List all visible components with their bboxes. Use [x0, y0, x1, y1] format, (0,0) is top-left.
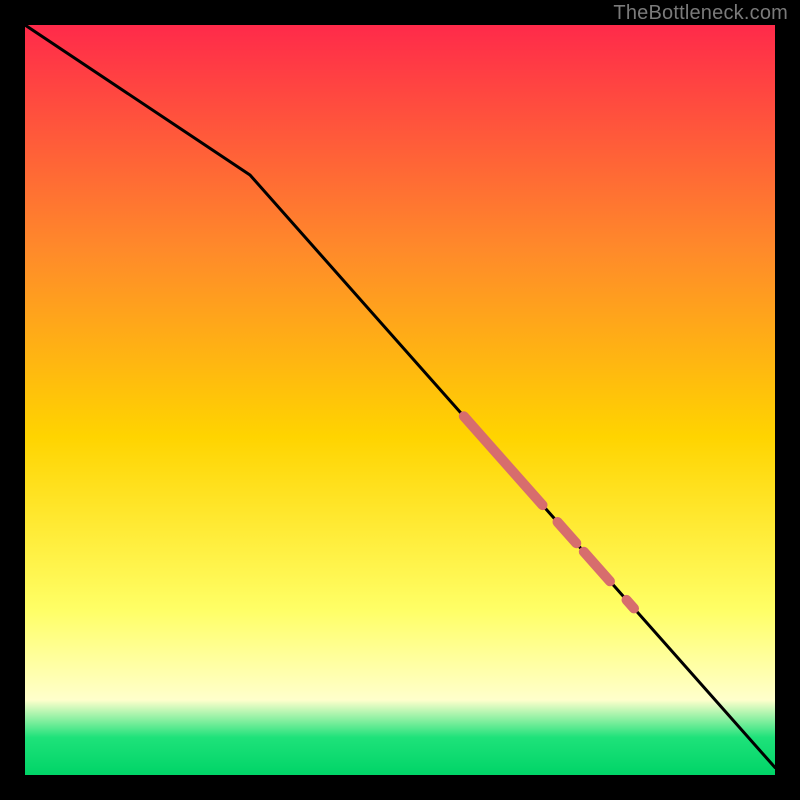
attribution-text: TheBottleneck.com — [613, 2, 788, 25]
plot-background — [25, 25, 775, 775]
chart-stage: TheBottleneck.com — [0, 0, 800, 800]
bottleneck-chart — [0, 0, 800, 800]
line-marker — [627, 600, 635, 609]
